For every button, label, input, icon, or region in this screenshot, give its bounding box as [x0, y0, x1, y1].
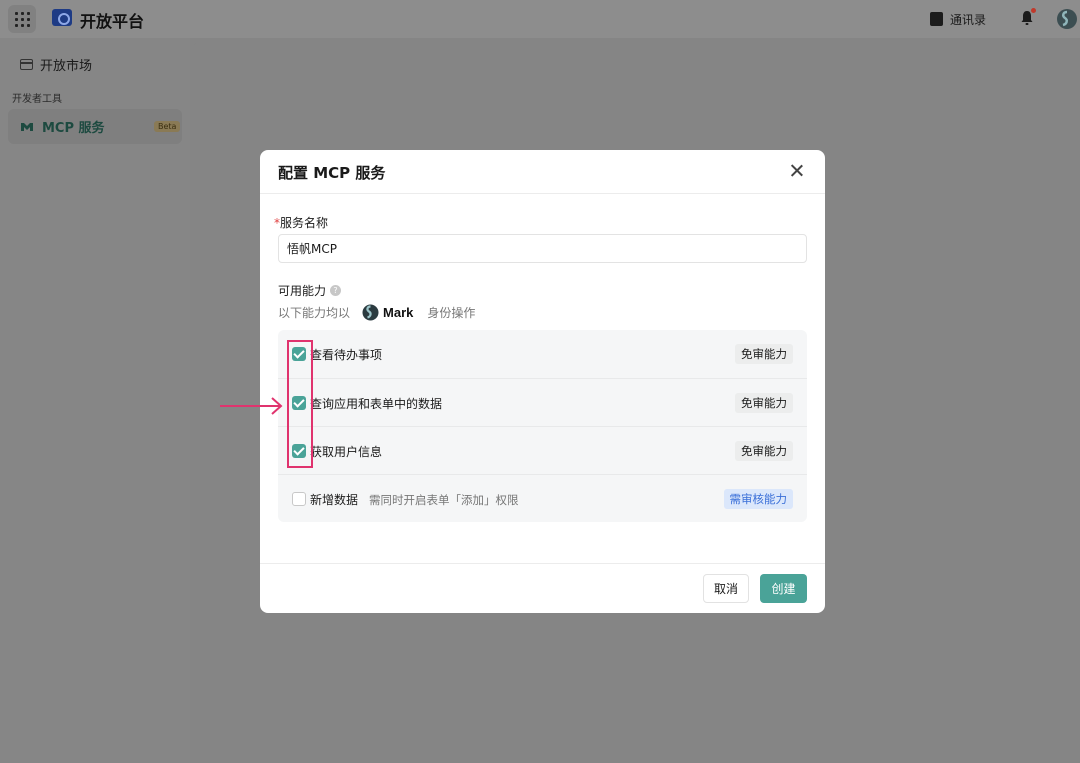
- configure-mcp-dialog: 配置 MCP 服务 *服务名称 可用能力 ? 以下能力均以 Mark 身份操作 …: [260, 150, 825, 613]
- contacts-icon[interactable]: [930, 12, 943, 26]
- sidebar: [0, 38, 190, 763]
- sidebar-item-market[interactable]: 开放市场: [20, 55, 92, 74]
- capability-note: 需同时开启表单「添加」权限: [369, 493, 519, 507]
- mark-logo-icon: [362, 304, 379, 321]
- close-icon[interactable]: [788, 162, 806, 180]
- identity-row: 以下能力均以 Mark 身份操作: [278, 304, 475, 321]
- capability-row: 获取用户信息 免审能力: [278, 426, 807, 474]
- create-button[interactable]: 创建: [760, 574, 807, 603]
- sidebar-section-title: 开发者工具: [12, 94, 62, 105]
- sidebar-item-label: MCP 服务: [42, 121, 105, 136]
- capability-tag: 需审核能力: [723, 489, 793, 509]
- capability-tag: 免审能力: [735, 344, 793, 364]
- help-icon[interactable]: ?: [330, 285, 342, 296]
- mcp-icon: [21, 122, 33, 131]
- capability-name: 获取用户信息: [310, 445, 383, 459]
- identity-prefix: 以下能力均以: [278, 306, 351, 320]
- capability-name: 查看待办事项: [310, 348, 383, 362]
- service-name-label-text: 服务名称: [280, 216, 329, 230]
- dialog-header: 配置 MCP 服务: [260, 150, 825, 194]
- capability-list: 查看待办事项 免审能力 查询应用和表单中的数据 免审能力 获取用户信息 免审能力…: [278, 330, 807, 522]
- capability-tag: 免审能力: [735, 393, 793, 413]
- contacts-link[interactable]: 通讯录: [950, 11, 986, 28]
- checkbox-icon[interactable]: [292, 492, 306, 506]
- identity-name: Mark: [383, 305, 414, 320]
- arrow-right-icon: [220, 397, 283, 415]
- sidebar-item-mcp[interactable]: MCP 服务 Beta: [8, 109, 182, 144]
- capabilities-label: 可用能力 ?: [278, 282, 342, 299]
- sidebar-item-label: 开放市场: [40, 59, 93, 74]
- market-icon: [20, 59, 33, 70]
- capability-name: 查询应用和表单中的数据: [310, 397, 443, 411]
- avatar-icon[interactable]: [1056, 8, 1078, 30]
- notification-dot: [1031, 8, 1036, 13]
- capability-row: 新增数据 需同时开启表单「添加」权限 需审核能力: [278, 474, 807, 522]
- top-bar: 开放平台 通讯录: [0, 0, 1080, 38]
- capability-row: 查看待办事项 免审能力: [278, 330, 807, 378]
- brand-name: 开放平台: [80, 12, 145, 31]
- dialog-footer: 取消 创建: [260, 563, 825, 613]
- capabilities-label-text: 可用能力: [278, 284, 327, 298]
- cancel-button[interactable]: 取消: [703, 574, 749, 603]
- capability-row: 查询应用和表单中的数据 免审能力: [278, 378, 807, 426]
- capability-tag: 免审能力: [735, 441, 793, 461]
- apps-grid-icon[interactable]: [8, 5, 36, 33]
- identity-suffix: 身份操作: [427, 306, 476, 320]
- dialog-title: 配置 MCP 服务: [278, 164, 386, 182]
- brand-logo-icon: [52, 9, 72, 26]
- service-name-input[interactable]: [278, 234, 807, 263]
- beta-badge: Beta: [154, 121, 181, 132]
- capability-name: 新增数据: [310, 493, 359, 507]
- annotation-highlight-box: [287, 340, 313, 468]
- service-name-label: *服务名称: [274, 214, 328, 231]
